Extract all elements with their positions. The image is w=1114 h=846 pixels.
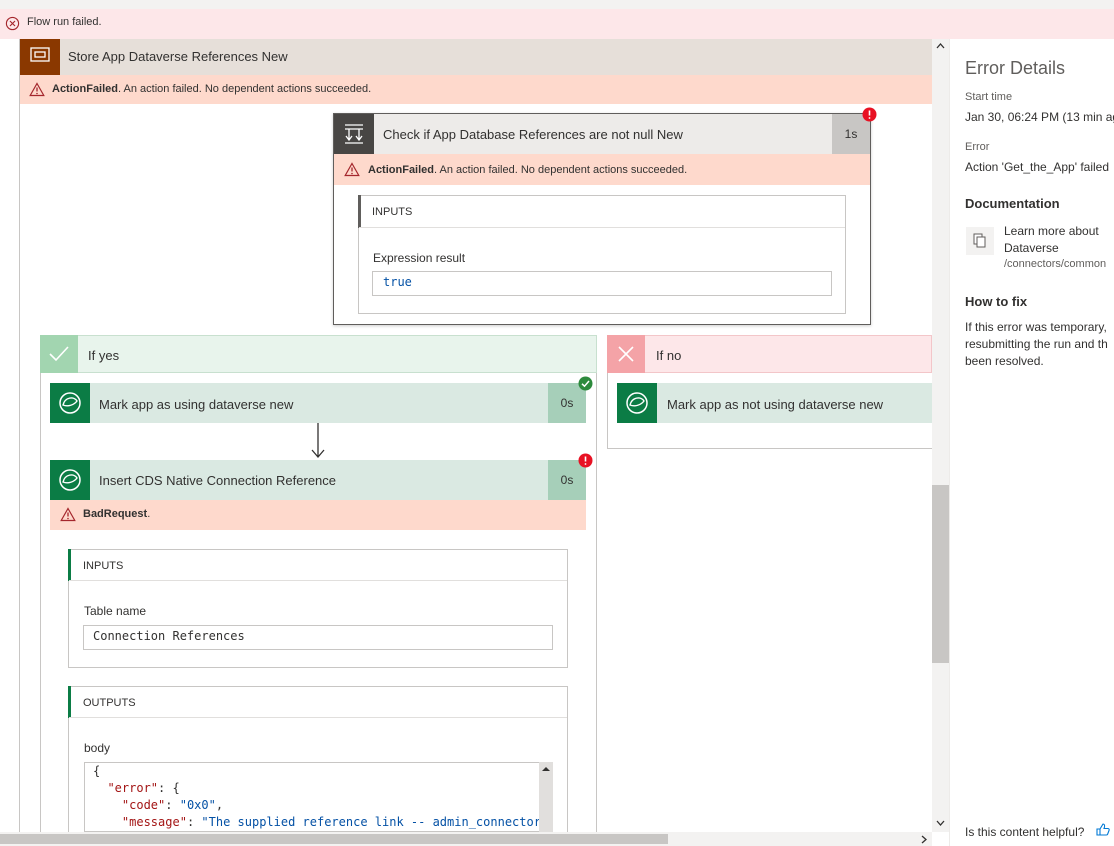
scope-error-text: ActionFailed. An action failed. No depen… xyxy=(52,83,372,95)
start-time-label: Start time xyxy=(965,91,1013,103)
close-icon xyxy=(607,335,645,373)
json-line: "error": { xyxy=(107,781,180,795)
action-title: Insert CDS Native Connection Reference xyxy=(99,473,337,488)
scroll-down-icon[interactable] xyxy=(934,817,947,829)
action-error-text: BadRequest. xyxy=(83,508,151,520)
top-strip xyxy=(0,0,1114,9)
document-icon xyxy=(966,227,994,255)
if-no-label: If no xyxy=(656,348,682,363)
flow-run-failed-banner xyxy=(0,9,1114,39)
documentation-heading: Documentation xyxy=(965,196,1060,211)
scroll-up-icon[interactable] xyxy=(934,40,947,52)
check-icon xyxy=(40,335,78,373)
body-label: body xyxy=(84,741,111,755)
action-inputs-label: INPUTS xyxy=(83,560,124,572)
fix-text-line: resubmitting the run and th xyxy=(965,337,1108,351)
warning-icon xyxy=(344,162,360,177)
json-line: { xyxy=(93,764,101,778)
horizontal-scroll-thumb[interactable] xyxy=(0,834,668,844)
start-time-value: Jan 30, 06:24 PM (13 min ag xyxy=(965,110,1114,124)
canvas-vertical-scrollbar[interactable] xyxy=(932,39,949,832)
expression-result-label: Expression result xyxy=(373,251,466,265)
scope-title: Store App Dataverse References New xyxy=(68,49,288,64)
action-outputs-label: OUTPUTS xyxy=(83,697,136,709)
fix-text-line: been resolved. xyxy=(965,354,1044,368)
divider xyxy=(359,227,845,228)
doc-link-path: /connectors/common xyxy=(1004,258,1107,270)
expression-result-value: true xyxy=(372,271,832,296)
action-title: Mark app as not using dataverse new xyxy=(667,397,884,412)
doc-link-line1[interactable]: Learn more about xyxy=(1004,224,1099,238)
outputs-accent xyxy=(68,686,71,718)
json-viewer-scrollbar[interactable] xyxy=(539,762,553,832)
condition-icon xyxy=(334,114,374,154)
doc-link-line2[interactable]: Dataverse xyxy=(1004,241,1059,255)
fix-text-line: If this error was temporary, xyxy=(965,320,1107,334)
action-title: Mark app as using dataverse new xyxy=(99,397,294,412)
divider xyxy=(69,580,567,581)
how-to-fix-heading: How to fix xyxy=(965,294,1028,309)
dataverse-icon xyxy=(617,383,657,423)
helpful-question: Is this content helpful? xyxy=(965,825,1085,839)
scroll-up-icon[interactable] xyxy=(539,763,553,775)
warning-icon xyxy=(29,82,45,97)
json-line: "code": "0x0", xyxy=(121,798,224,812)
scroll-right-icon[interactable] xyxy=(918,834,930,845)
error-circle-icon xyxy=(5,16,20,31)
thumbs-up-icon[interactable] xyxy=(1095,822,1111,837)
error-details-title: Error Details xyxy=(965,58,1066,78)
condition-inputs-label: INPUTS xyxy=(372,206,413,218)
scope-icon xyxy=(20,39,60,75)
dataverse-icon xyxy=(50,460,90,500)
arrow-down-icon xyxy=(311,423,325,458)
inputs-accent xyxy=(68,549,71,581)
inputs-accent xyxy=(358,195,361,228)
condition-error-text: ActionFailed. An action failed. No depen… xyxy=(368,164,688,176)
success-badge-icon xyxy=(578,376,593,391)
table-name-value: Connection References xyxy=(83,625,553,650)
if-yes-label: If yes xyxy=(88,348,120,363)
banner-text: Flow run failed. xyxy=(27,16,102,28)
scope-left-guide xyxy=(19,39,20,832)
dataverse-icon xyxy=(50,383,90,423)
json-line: "message": "The supplied reference link … xyxy=(121,815,553,829)
condition-title: Check if App Database References are not… xyxy=(383,127,683,142)
warning-icon xyxy=(60,507,76,522)
if-yes-header[interactable] xyxy=(40,335,597,373)
table-name-label: Table name xyxy=(84,604,147,618)
error-label: Error xyxy=(965,141,990,153)
body-json-viewer[interactable]: { "error": { "code": "0x0", "message": "… xyxy=(84,762,553,832)
divider xyxy=(69,717,567,718)
error-badge-icon xyxy=(578,453,593,468)
error-value: Action 'Get_the_App' failed xyxy=(965,160,1110,174)
error-badge-icon xyxy=(862,107,877,122)
vertical-scroll-thumb[interactable] xyxy=(932,485,949,663)
